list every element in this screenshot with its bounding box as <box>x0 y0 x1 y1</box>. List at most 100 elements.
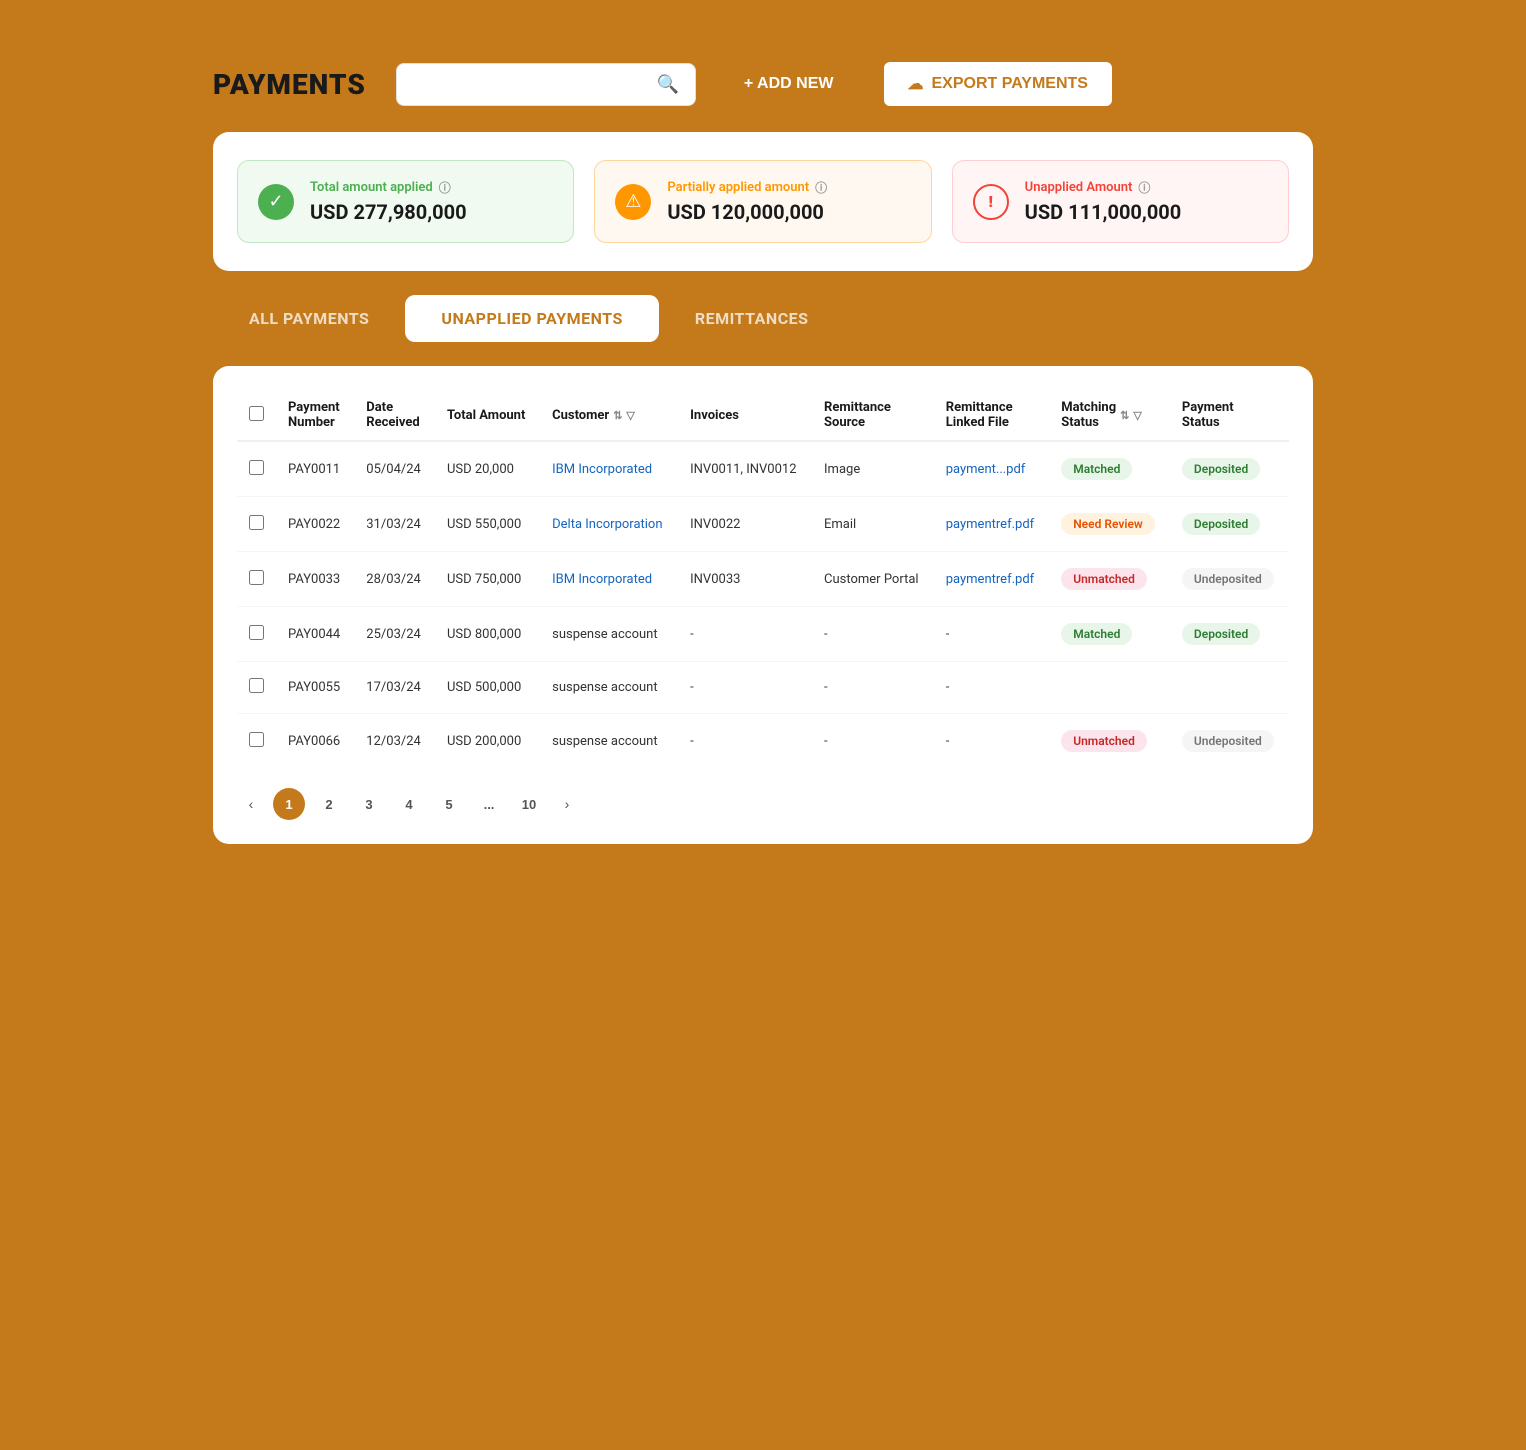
cell-customer[interactable]: Delta Incorporation <box>540 497 678 552</box>
info-icon-total[interactable]: ⓘ <box>439 179 451 196</box>
cell-payment-status <box>1170 662 1289 714</box>
table-row: PAY003328/03/24USD 750,000IBM Incorporat… <box>237 552 1289 607</box>
cell-payment-number: PAY0011 <box>276 441 354 497</box>
col-payment-status: PaymentStatus <box>1170 390 1289 441</box>
cell-date-received: 25/03/24 <box>354 607 435 662</box>
cell-invoices: INV0033 <box>678 552 812 607</box>
cell-payment-status: Undeposited <box>1170 552 1289 607</box>
cell-remittance-linked-file[interactable]: payment...pdf <box>934 441 1049 497</box>
matching-status-badge: Matched <box>1061 458 1132 480</box>
remittance-file-link[interactable]: paymentref.pdf <box>946 572 1034 587</box>
matching-sort-icon[interactable]: ▽ <box>1133 409 1141 422</box>
cell-matching-status: Unmatched <box>1049 552 1170 607</box>
cell-remittance-linked-file[interactable]: paymentref.pdf <box>934 552 1049 607</box>
payments-table: PaymentNumber DateReceived Total Amount … <box>237 390 1289 768</box>
unapplied-card: ! Unapplied Amount ⓘ USD 111,000,000 <box>952 160 1289 243</box>
page-ellipsis: ... <box>473 788 505 820</box>
customer-filter-icon[interactable]: ⇅ <box>613 409 622 422</box>
tab-all-payments[interactable]: ALL PAYMENTS <box>213 295 405 342</box>
remittance-file-link[interactable]: payment...pdf <box>946 462 1026 477</box>
customer-link[interactable]: IBM Incorporated <box>552 462 652 477</box>
col-invoices: Invoices <box>678 390 812 441</box>
customer-link[interactable]: IBM Incorporated <box>552 572 652 587</box>
tab-remittances[interactable]: REMITTANCES <box>659 295 845 342</box>
cell-remittance-source: - <box>812 662 934 714</box>
export-payments-button[interactable]: ☁ EXPORT PAYMENTS <box>882 60 1114 108</box>
add-new-button[interactable]: + ADD NEW <box>716 63 862 105</box>
cell-invoices: - <box>678 607 812 662</box>
unapplied-label: Unapplied Amount ⓘ <box>1025 179 1182 196</box>
cell-remittance-linked-file: - <box>934 662 1049 714</box>
tab-unapplied-payments[interactable]: UNAPPLIED PAYMENTS <box>405 295 658 342</box>
page-title: PAYMENTS <box>213 68 366 101</box>
info-icon-partial[interactable]: ⓘ <box>815 179 827 196</box>
remittance-file-link[interactable]: paymentref.pdf <box>946 517 1034 532</box>
cell-total-amount: USD 750,000 <box>435 552 540 607</box>
payment-status-badge: Undeposited <box>1182 568 1274 590</box>
table-row: PAY004425/03/24USD 800,000suspense accou… <box>237 607 1289 662</box>
cell-remittance-linked-file: - <box>934 714 1049 769</box>
row-checkbox-0[interactable] <box>249 460 264 475</box>
payment-status-badge: Deposited <box>1182 623 1260 645</box>
cell-remittance-linked-file[interactable]: paymentref.pdf <box>934 497 1049 552</box>
alert-icon: ! <box>973 184 1009 220</box>
row-checkbox-3[interactable] <box>249 625 264 640</box>
cell-invoices: INV0011, INV0012 <box>678 441 812 497</box>
table-header-row: PaymentNumber DateReceived Total Amount … <box>237 390 1289 441</box>
customer-link[interactable]: Delta Incorporation <box>552 517 662 532</box>
table-row: PAY002231/03/24USD 550,000Delta Incorpor… <box>237 497 1289 552</box>
upload-icon: ☁ <box>908 74 924 94</box>
col-remittance-source: RemittanceSource <box>812 390 934 441</box>
next-page-button[interactable]: › <box>553 790 581 818</box>
search-box: 🔍 <box>396 63 696 106</box>
row-checkbox-1[interactable] <box>249 515 264 530</box>
info-icon-unapplied[interactable]: ⓘ <box>1138 179 1150 196</box>
cell-payment-number: PAY0055 <box>276 662 354 714</box>
tabs: ALL PAYMENTS UNAPPLIED PAYMENTS REMITTAN… <box>213 295 1313 342</box>
cell-matching-status: Matched <box>1049 607 1170 662</box>
cell-remittance-source: - <box>812 607 934 662</box>
matching-status-badge: Unmatched <box>1061 730 1147 752</box>
cell-customer: suspense account <box>540 662 678 714</box>
cell-date-received: 05/04/24 <box>354 441 435 497</box>
cell-date-received: 31/03/24 <box>354 497 435 552</box>
cell-total-amount: USD 550,000 <box>435 497 540 552</box>
select-all-checkbox[interactable] <box>249 406 264 421</box>
cell-date-received: 12/03/24 <box>354 714 435 769</box>
cell-matching-status: Matched <box>1049 441 1170 497</box>
table-row: PAY005517/03/24USD 500,000suspense accou… <box>237 662 1289 714</box>
prev-page-button[interactable]: ‹ <box>237 790 265 818</box>
cell-customer: suspense account <box>540 714 678 769</box>
matching-status-badge: Unmatched <box>1061 568 1147 590</box>
page-3-button[interactable]: 3 <box>353 788 385 820</box>
unapplied-value: USD 111,000,000 <box>1025 200 1182 224</box>
page-container: PAYMENTS 🔍 + ADD NEW ☁ EXPORT PAYMENTS ✓… <box>213 60 1313 844</box>
page-5-button[interactable]: 5 <box>433 788 465 820</box>
page-4-button[interactable]: 4 <box>393 788 425 820</box>
page-10-button[interactable]: 10 <box>513 788 545 820</box>
col-customer: Customer ⇅ ▽ <box>540 390 678 441</box>
cell-invoices: - <box>678 714 812 769</box>
cell-total-amount: USD 800,000 <box>435 607 540 662</box>
search-input[interactable] <box>413 76 657 92</box>
customer-sort-icon[interactable]: ▽ <box>626 409 634 422</box>
page-1-button[interactable]: 1 <box>273 788 305 820</box>
select-all-header <box>237 390 276 441</box>
row-checkbox-2[interactable] <box>249 570 264 585</box>
cell-customer: suspense account <box>540 607 678 662</box>
partially-applied-value: USD 120,000,000 <box>667 200 827 224</box>
cell-matching-status <box>1049 662 1170 714</box>
matching-filter-icon[interactable]: ⇅ <box>1120 409 1129 422</box>
row-checkbox-5[interactable] <box>249 732 264 747</box>
cell-remittance-source: - <box>812 714 934 769</box>
check-icon: ✓ <box>258 184 294 220</box>
cell-customer[interactable]: IBM Incorporated <box>540 441 678 497</box>
cell-payment-number: PAY0033 <box>276 552 354 607</box>
partially-applied-card: ⚠ Partially applied amount ⓘ USD 120,000… <box>594 160 931 243</box>
matching-status-badge: Need Review <box>1061 513 1155 535</box>
page-2-button[interactable]: 2 <box>313 788 345 820</box>
cell-payment-status: Deposited <box>1170 441 1289 497</box>
row-checkbox-4[interactable] <box>249 678 264 693</box>
cell-customer[interactable]: IBM Incorporated <box>540 552 678 607</box>
col-payment-number: PaymentNumber <box>276 390 354 441</box>
